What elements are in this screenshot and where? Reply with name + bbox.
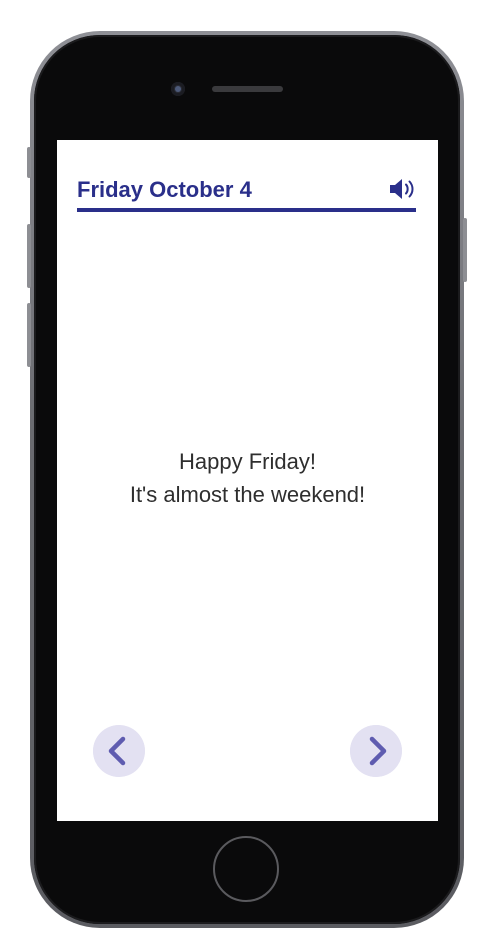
app-screen: Friday October 4 Happy Friday! It's almo… — [57, 140, 438, 821]
home-button[interactable] — [213, 836, 279, 902]
previous-button[interactable] — [93, 725, 145, 777]
earpiece-speaker — [212, 86, 283, 92]
next-button[interactable] — [350, 725, 402, 777]
daily-message: Happy Friday! It's almost the weekend! — [57, 445, 438, 511]
message-line-2: It's almost the weekend! — [129, 482, 366, 507]
speaker-volume-icon[interactable] — [388, 177, 416, 201]
mute-switch[interactable] — [27, 147, 31, 178]
page-title: Friday October 4 — [77, 177, 252, 202]
volume-up-button[interactable] — [27, 224, 31, 288]
front-camera-icon — [171, 82, 185, 96]
date-header: Friday October 4 — [77, 176, 416, 212]
volume-down-button[interactable] — [27, 303, 31, 367]
power-button[interactable] — [463, 218, 467, 282]
message-line-1: Happy Friday! — [179, 449, 316, 474]
